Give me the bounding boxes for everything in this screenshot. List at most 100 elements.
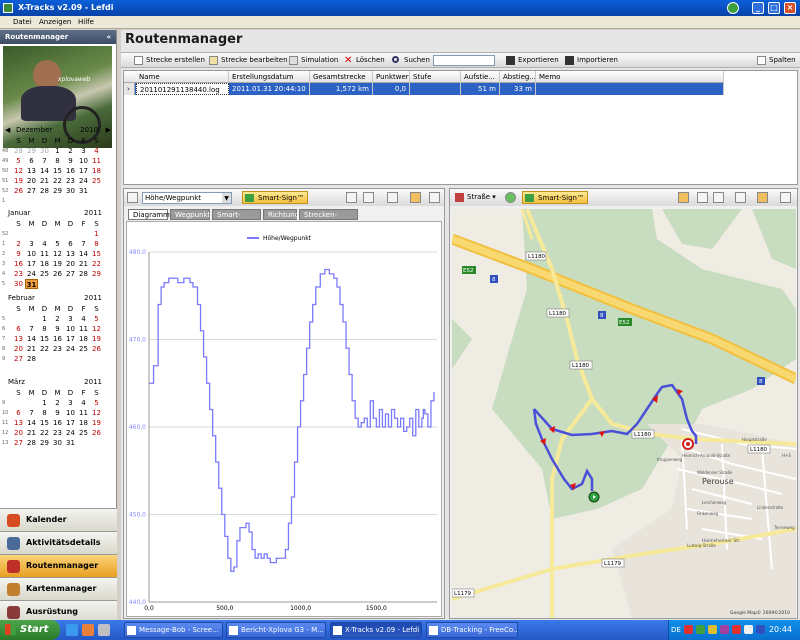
calendar-day[interactable]: 26: [90, 428, 103, 438]
tab-memo[interactable]: Strecken-Memo: [299, 209, 358, 230]
map-fit-icon[interactable]: [735, 192, 746, 203]
media-icon[interactable]: [98, 624, 110, 636]
route-map[interactable]: L1180 E52 8 L1180 8 E52 L1180 8 L1180 L1…: [452, 209, 796, 618]
firefox-icon[interactable]: [82, 624, 94, 636]
calendar-day[interactable]: 27: [12, 438, 25, 448]
calendar-day[interactable]: 7: [77, 239, 90, 249]
calendar-day[interactable]: 11: [90, 156, 103, 166]
calendar-day[interactable]: 19: [90, 418, 103, 428]
calendar-day[interactable]: 10: [77, 156, 90, 166]
calendar-day[interactable]: 31: [64, 438, 77, 448]
column-header[interactable]: Abstieg...: [500, 71, 536, 83]
calendar-day[interactable]: 2: [12, 239, 25, 249]
fit-icon[interactable]: [387, 192, 398, 203]
calendar-day[interactable]: 7: [25, 324, 38, 334]
calendar-day[interactable]: 16: [12, 259, 25, 269]
calendar-day[interactable]: 3: [64, 314, 77, 324]
calendar-day[interactable]: 6: [64, 239, 77, 249]
tray-icon[interactable]: [756, 625, 765, 634]
calendar-day[interactable]: 29: [38, 438, 51, 448]
calendar-day[interactable]: 14: [38, 166, 51, 176]
column-header[interactable]: Gesamtstrecke: [310, 71, 373, 83]
calendar-day[interactable]: 30: [51, 438, 64, 448]
calendar-day[interactable]: 13: [12, 334, 25, 344]
refresh-icon[interactable]: [505, 192, 516, 203]
calendar-day[interactable]: 14: [25, 418, 38, 428]
tray-icon[interactable]: [708, 625, 717, 634]
calendar-day[interactable]: 25: [77, 428, 90, 438]
calendar-day[interactable]: 27: [12, 354, 25, 364]
nav-map[interactable]: Kartenmanager: [0, 577, 117, 600]
delete-button[interactable]: ✕ Löschen: [343, 55, 385, 66]
calendar-day[interactable]: 8: [38, 324, 51, 334]
column-header[interactable]: Name: [136, 71, 229, 83]
calendar-day[interactable]: 2: [51, 398, 64, 408]
elevation-selector[interactable]: Höhe/Wegpunkt ▼: [142, 192, 232, 204]
tray-icon[interactable]: [684, 625, 693, 634]
smart-sign-button[interactable]: Smart-Sign™: [242, 191, 308, 204]
expand-icon[interactable]: [429, 192, 440, 203]
column-header[interactable]: Erstellungsdatum: [229, 71, 310, 83]
calendar-day[interactable]: 26: [12, 186, 25, 196]
calendar-day[interactable]: 5: [90, 314, 103, 324]
taskbar-task[interactable]: Bericht-Xplova G3 - M...: [226, 622, 326, 638]
calendar-day[interactable]: 31: [77, 186, 90, 196]
calendar-day[interactable]: 2: [51, 314, 64, 324]
calendar-day[interactable]: 15: [90, 249, 103, 259]
calendar-day[interactable]: 24: [25, 269, 38, 279]
calendar-day[interactable]: 11: [77, 324, 90, 334]
calendar-day[interactable]: 22: [38, 344, 51, 354]
calendar-day[interactable]: 18: [77, 418, 90, 428]
calendar-day[interactable]: 15: [51, 166, 64, 176]
import-button[interactable]: Importieren: [564, 55, 618, 66]
tray-icon[interactable]: [696, 625, 705, 634]
language-indicator[interactable]: DE: [671, 620, 681, 640]
calendar-day[interactable]: 19: [51, 259, 64, 269]
tray-icon[interactable]: [720, 625, 729, 634]
ie-icon[interactable]: [66, 624, 78, 636]
calendar-day[interactable]: 30: [64, 186, 77, 196]
calendar-day[interactable]: 4: [77, 314, 90, 324]
calendar-day[interactable]: 4: [77, 398, 90, 408]
calendar-day[interactable]: 23: [51, 428, 64, 438]
tab-diagram[interactable]: Diagramm: [128, 209, 170, 220]
calendar-day[interactable]: 12: [12, 166, 25, 176]
calendar-day[interactable]: 28: [38, 186, 51, 196]
taskbar-task[interactable]: DB-Tracking - FreeCo...: [426, 622, 518, 638]
calendar-day[interactable]: 6: [12, 324, 25, 334]
calendar-day[interactable]: 28: [77, 269, 90, 279]
prev-month-icon[interactable]: ◀: [5, 126, 10, 134]
taskbar-task[interactable]: X-Tracks v2.09 - Lefdi: [330, 622, 422, 638]
calendar-day[interactable]: 24: [64, 428, 77, 438]
tray-icon[interactable]: [732, 625, 741, 634]
calendar-day[interactable]: 1: [90, 229, 103, 239]
calendar-day[interactable]: 23: [51, 344, 64, 354]
calendar-day[interactable]: 1: [38, 398, 51, 408]
calendar-day[interactable]: 18: [77, 334, 90, 344]
calendar-day[interactable]: 25: [38, 269, 51, 279]
calendar-day[interactable]: 16: [64, 166, 77, 176]
volume-icon[interactable]: [744, 625, 753, 634]
start-button[interactable]: Start: [0, 620, 60, 640]
calendar-day[interactable]: 4: [38, 239, 51, 249]
calendar-day[interactable]: 28: [12, 146, 25, 156]
calendar-day[interactable]: 10: [64, 408, 77, 418]
menu-hilfe[interactable]: Hilfe: [78, 18, 94, 26]
map-export-icon[interactable]: [757, 192, 768, 203]
calendar-day[interactable]: 1: [51, 146, 64, 156]
calendar-day[interactable]: 25: [90, 176, 103, 186]
calendar-day[interactable]: 12: [90, 324, 103, 334]
calendar-day[interactable]: 26: [51, 269, 64, 279]
calendar-day[interactable]: 17: [64, 418, 77, 428]
calendar-day[interactable]: 6: [25, 156, 38, 166]
menu-datei[interactable]: Datei: [13, 18, 32, 26]
calendar-day[interactable]: 9: [64, 156, 77, 166]
calendar-day[interactable]: 7: [38, 156, 51, 166]
maximize-button[interactable]: □: [768, 2, 780, 14]
nav-calendar[interactable]: Kalender: [0, 508, 117, 531]
column-header[interactable]: Stufe: [410, 71, 461, 83]
calendar-day[interactable]: 21: [77, 259, 90, 269]
calendar-day[interactable]: 30: [38, 146, 51, 156]
calendar-day[interactable]: 23: [12, 269, 25, 279]
calendar-day[interactable]: 31: [25, 279, 38, 289]
